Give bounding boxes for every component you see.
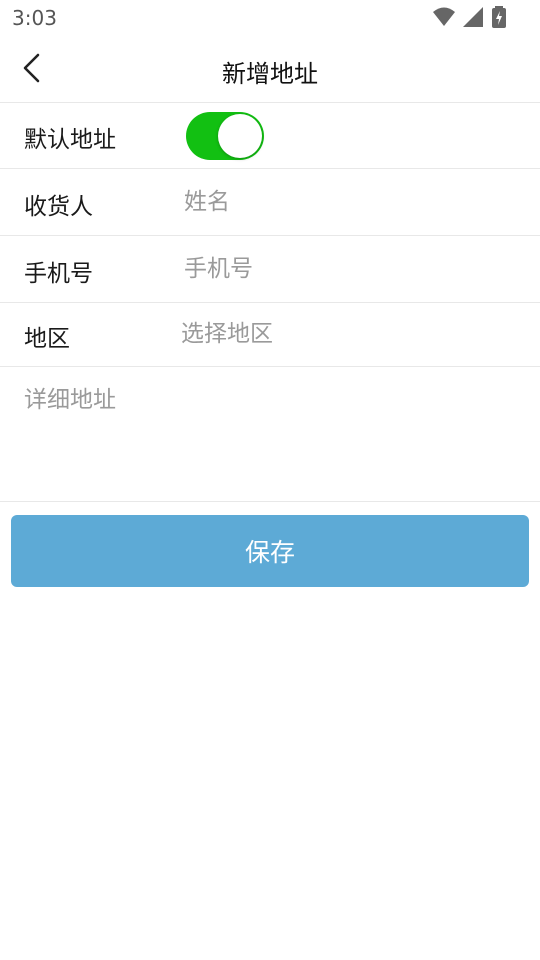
default-address-label: 默认地址 xyxy=(24,127,116,153)
battery-charging-icon xyxy=(492,6,506,28)
toggle-knob xyxy=(218,114,262,158)
status-bar: 3:03 xyxy=(0,0,540,36)
divider xyxy=(0,501,540,502)
status-time: 3:03 xyxy=(12,6,57,30)
detail-address-input[interactable] xyxy=(24,380,516,490)
signal-icon xyxy=(463,7,483,27)
phone-input[interactable] xyxy=(184,253,514,285)
recipient-label: 收货人 xyxy=(24,194,93,220)
region-label: 地区 xyxy=(24,326,70,352)
top-bar: 新增地址 xyxy=(0,36,540,103)
default-address-toggle[interactable] xyxy=(186,112,264,160)
recipient-row: 收货人 xyxy=(0,169,540,236)
recipient-name-input[interactable] xyxy=(184,186,514,218)
region-row: 地区 xyxy=(0,303,540,367)
phone-row: 手机号 xyxy=(0,236,540,303)
save-button[interactable]: 保存 xyxy=(11,515,529,587)
phone-label: 手机号 xyxy=(24,261,93,287)
default-address-row: 默认地址 xyxy=(0,103,540,169)
page-title: 新增地址 xyxy=(222,60,318,88)
region-selector[interactable] xyxy=(181,318,511,350)
wifi-icon xyxy=(433,7,455,26)
